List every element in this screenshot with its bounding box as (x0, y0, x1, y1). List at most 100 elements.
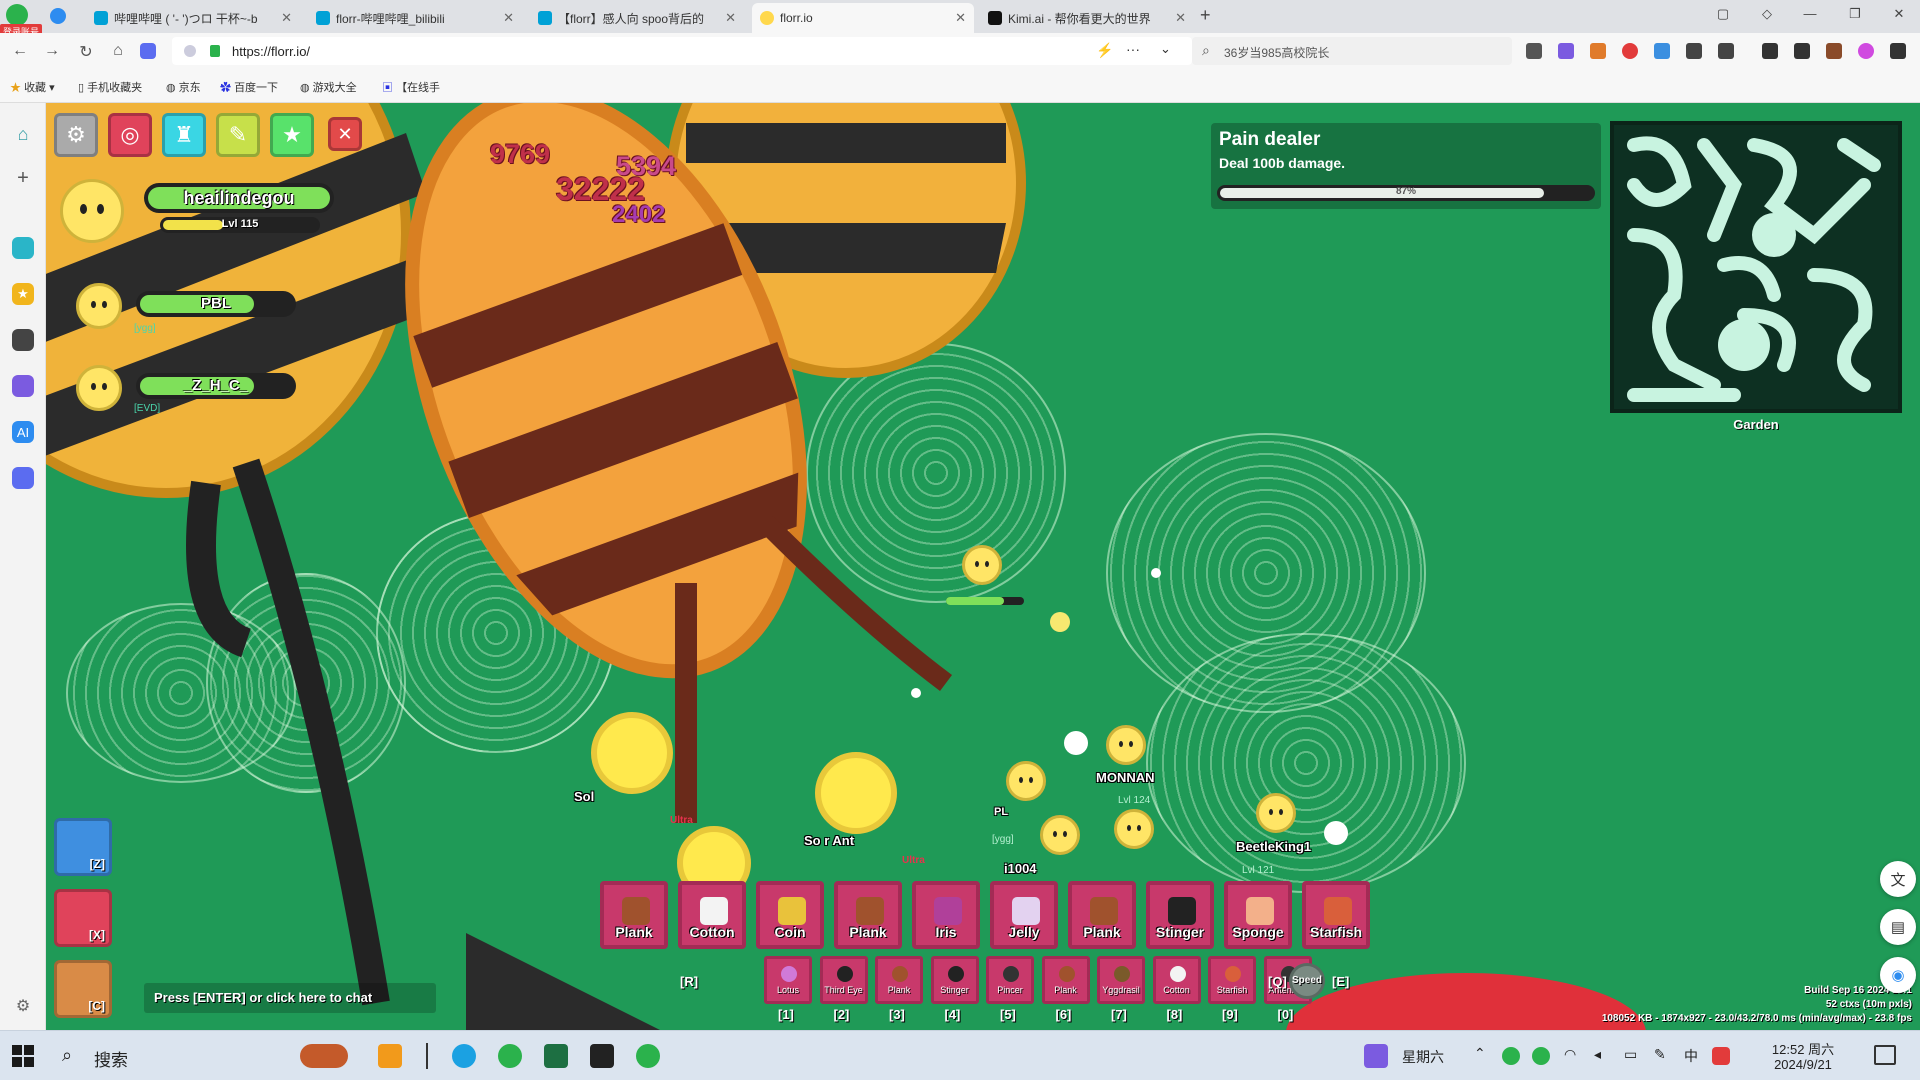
taskbar-time[interactable]: 12:52 周六 (1760, 1039, 1846, 1058)
ime-icon[interactable]: 中 (1684, 1046, 1698, 1066)
chevron-down-icon[interactable]: ⌄ (1160, 41, 1171, 57)
bookmark-favorites[interactable]: ★ 收藏 ▾ (10, 79, 55, 95)
scissors-icon[interactable] (1526, 43, 1542, 59)
secondary-petal-slot[interactable]: Lotus (764, 956, 812, 1004)
secondary-petal-slot[interactable]: Third Eye (819, 956, 868, 1004)
quest-panel[interactable]: Pain dealer Deal 100b damage. 87% (1211, 123, 1601, 209)
search-icon[interactable]: ⌕ (62, 1045, 72, 1066)
secondary-petal-slot[interactable]: Starfish (1208, 956, 1256, 1004)
new-tab-button[interactable]: + (1200, 5, 1211, 26)
ai-icon[interactable] (140, 43, 156, 59)
reload-icon[interactable]: ↻ (76, 42, 96, 62)
tab-florr-spoo[interactable]: 【florr】感人向 spoo背后的 ✕ (530, 3, 744, 33)
battery-icon[interactable]: ▭ (1624, 1046, 1637, 1063)
speed-button[interactable]: Speed (1289, 963, 1325, 999)
excel-icon[interactable] (544, 1044, 568, 1068)
tray-icon[interactable] (1502, 1047, 1520, 1065)
settings-button[interactable]: ⚙ (54, 113, 98, 157)
close-icon[interactable]: ✕ (281, 10, 292, 26)
puzzle-icon[interactable] (1718, 43, 1734, 59)
browser-logo-icon[interactable] (6, 4, 28, 26)
capcut-icon[interactable] (590, 1044, 614, 1068)
ai-chat-icon[interactable] (12, 375, 34, 397)
chat-input[interactable]: Press [ENTER] or click here to chat (144, 983, 436, 1013)
craft-button[interactable]: ✎ (216, 113, 260, 157)
taskbar-date[interactable]: 2024/9/21 (1760, 1057, 1846, 1072)
browser-icon[interactable] (498, 1044, 522, 1068)
tab-florr-bilibili[interactable]: florr-哔哩哔哩_bilibili ✕ (308, 3, 522, 33)
minimap[interactable] (1610, 121, 1902, 413)
more-icon[interactable]: ··· (1126, 41, 1140, 57)
bookmark-jd[interactable]: ◍ 京东 (166, 79, 201, 95)
robot-icon[interactable] (12, 467, 34, 489)
secondary-petal-slot[interactable]: Plank (875, 956, 923, 1004)
tab-florr-io[interactable]: florr.io ✕ (752, 3, 974, 33)
petal-slot[interactable]: Iris (912, 881, 980, 949)
game-icon[interactable] (1590, 43, 1606, 59)
edge-icon[interactable] (452, 1044, 476, 1068)
close-icon[interactable]: ✕ (725, 10, 736, 26)
ability-slot-z[interactable]: [Z] (54, 818, 112, 876)
mail-icon[interactable] (1654, 43, 1670, 59)
translate-icon[interactable] (12, 237, 34, 259)
wifi-icon[interactable]: ◠ (1564, 1046, 1576, 1063)
secondary-petal-slot[interactable]: Cotton (1152, 956, 1201, 1004)
telegram-icon[interactable] (50, 8, 66, 24)
tray-icon[interactable] (1532, 1047, 1550, 1065)
close-button[interactable]: ✕ (328, 117, 362, 151)
home-icon[interactable]: ⌂ (12, 123, 34, 145)
favorite-icon[interactable]: ★ (12, 283, 34, 305)
mob-gallery-button[interactable]: ◎ (108, 113, 152, 157)
reader-icon[interactable]: ▤ (1880, 909, 1916, 945)
ability-slot-c[interactable]: [C] (54, 960, 112, 1018)
minimize-icon[interactable]: — (1795, 6, 1825, 21)
forward-icon[interactable]: → (42, 42, 62, 60)
petal-slot[interactable]: Coin (756, 881, 824, 949)
secondary-petal-slot[interactable]: Pincer (986, 956, 1034, 1004)
game-icon[interactable] (12, 329, 34, 351)
taskbar-search[interactable]: 搜索 (94, 1046, 128, 1071)
close-icon[interactable]: ✕ (1175, 10, 1186, 26)
chat-bot-icon[interactable]: ◉ (1880, 957, 1916, 993)
petal-slot[interactable]: Stinger (1146, 881, 1214, 949)
notification-icon[interactable] (1874, 1045, 1896, 1065)
close-icon[interactable]: ✕ (503, 10, 514, 26)
add-icon[interactable]: + (12, 167, 34, 189)
petal-slot[interactable]: Plank (834, 881, 902, 949)
pen-icon[interactable]: ✎ (1654, 1046, 1666, 1063)
secondary-petal-slot[interactable]: Stinger (930, 956, 979, 1004)
url-field[interactable]: https://florr.io/ ⚡ ··· ⌄ (172, 37, 1192, 65)
skin-icon[interactable]: ◇ (1752, 6, 1782, 22)
ai-icon[interactable]: AI (12, 421, 34, 443)
tab-kimi[interactable]: Kimi.ai - 帮你看更大的世界 ✕ (980, 3, 1194, 33)
toolbox-icon[interactable] (1826, 43, 1842, 59)
translate-icon[interactable]: 文 (1880, 861, 1916, 897)
calendar-icon[interactable] (1364, 1044, 1388, 1068)
settings-icon[interactable]: ⚙ (12, 995, 34, 1017)
petal-slot[interactable]: Plank (1068, 881, 1136, 949)
bookmark-online[interactable]: ▣ 【在线手 (382, 79, 440, 95)
lightning-icon[interactable]: ⚡ (1096, 42, 1113, 59)
search-field[interactable]: ⌕ 36岁当985高校院长 (1192, 37, 1512, 65)
achievements-button[interactable]: ★ (270, 113, 314, 157)
petal-slot[interactable]: Sponge (1224, 881, 1292, 949)
petal-slot[interactable]: Jelly (990, 881, 1058, 949)
extension-icon[interactable] (1558, 43, 1574, 59)
windows-start-icon[interactable] (12, 1045, 34, 1067)
bookmark-games[interactable]: ◍ 游戏大全 (300, 79, 357, 95)
wechat-icon[interactable] (636, 1044, 660, 1068)
close-window-icon[interactable]: ✕ (1884, 6, 1914, 22)
bookmark-mobile[interactable]: ▯ 手机收藏夹 (78, 79, 142, 95)
petal-slot[interactable]: Plank (600, 881, 668, 949)
chevron-up-icon[interactable]: ⌃ (1474, 1045, 1486, 1062)
star-app-icon[interactable] (378, 1044, 402, 1068)
restore-icon[interactable]: ❐ (1840, 6, 1870, 22)
petal-slot[interactable]: Starfish (1302, 881, 1370, 949)
secondary-petal-slot[interactable]: Yggdrasil (1097, 956, 1145, 1004)
wps-icon[interactable] (1712, 1047, 1730, 1065)
volume-icon[interactable]: ◂ (1594, 1046, 1601, 1063)
back-icon[interactable]: ← (10, 42, 30, 60)
home-icon[interactable]: ⌂ (108, 42, 128, 60)
game-canvas[interactable]: 9769 5394 32222 2402 ⚙ ◎ ♜ ✎ ★ ✕ heailin… (46, 103, 1920, 1030)
site-info-icon[interactable] (184, 45, 196, 57)
